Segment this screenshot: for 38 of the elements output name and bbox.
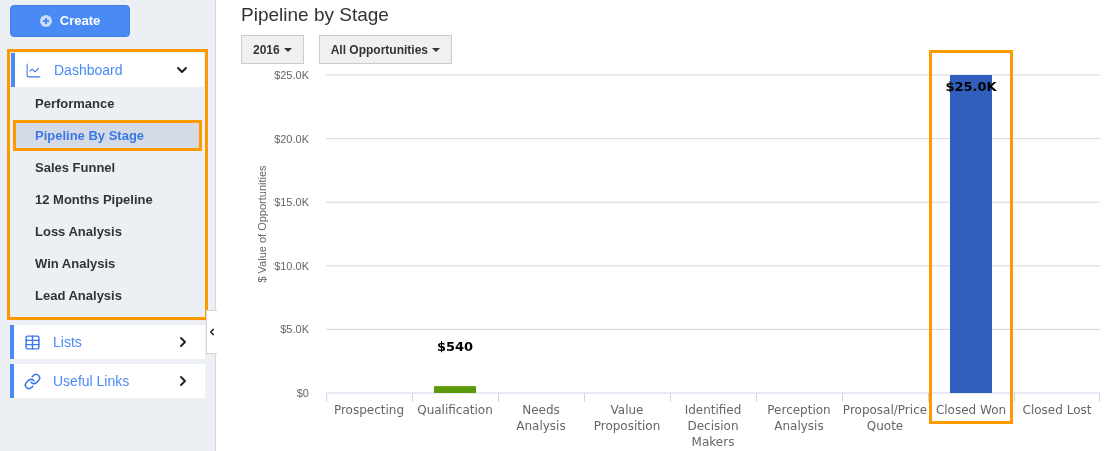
section-label: Dashboard [54, 60, 124, 80]
line-chart-icon [25, 61, 42, 79]
y-tick-label: $20.0K [274, 132, 309, 145]
filter-dropdown[interactable]: 2016 [241, 35, 304, 64]
y-tick-label: $0 [296, 387, 309, 399]
chevron-left-icon [207, 327, 217, 337]
category-label: Value Proposition [593, 403, 661, 433]
nav-item[interactable]: Loss Analysis [16, 219, 199, 244]
caret-icon [283, 47, 292, 52]
value-label: $540 [436, 339, 474, 355]
category-label: Proposal/Price Quote [842, 403, 928, 433]
category-label: Identified Decision Makers [684, 403, 742, 449]
sidebar-section[interactable]: Lists [10, 325, 205, 359]
category-label: Qualification [417, 403, 493, 417]
section-label: Lists [53, 332, 83, 352]
page-title: Pipeline by Stage [241, 3, 390, 27]
nav-item[interactable]: Win Analysis [16, 251, 199, 276]
section-label: Useful Links [53, 371, 131, 391]
caret-icon [432, 47, 441, 52]
y-tick-label: $10.0K [274, 259, 309, 272]
category-label: Prospecting [333, 403, 405, 417]
y-tick-label: $25.0K [274, 69, 309, 81]
y-tick-label: $5.0K [280, 323, 309, 336]
collapse-button[interactable] [206, 310, 217, 354]
table-icon [24, 333, 41, 351]
y-axis-title: $ Value of Opportunities [256, 165, 268, 283]
nav-item[interactable]: Lead Analysis [16, 283, 199, 308]
category-label: Closed Won [935, 403, 1007, 417]
category-label: Needs Analysis [516, 403, 566, 433]
link-icon [24, 372, 41, 390]
category-label: Perception Analysis [767, 403, 831, 433]
filter-dropdown[interactable]: All Opportunities [318, 35, 453, 64]
category-label: Closed Lost [1022, 403, 1092, 417]
nav-item[interactable]: 12 Months Pipeline [16, 187, 199, 212]
y-tick-label: $15.0K [274, 196, 309, 209]
nav-item[interactable]: Performance [16, 91, 199, 116]
plus-icon [39, 15, 52, 27]
nav-item[interactable]: Sales Funnel [16, 155, 199, 180]
